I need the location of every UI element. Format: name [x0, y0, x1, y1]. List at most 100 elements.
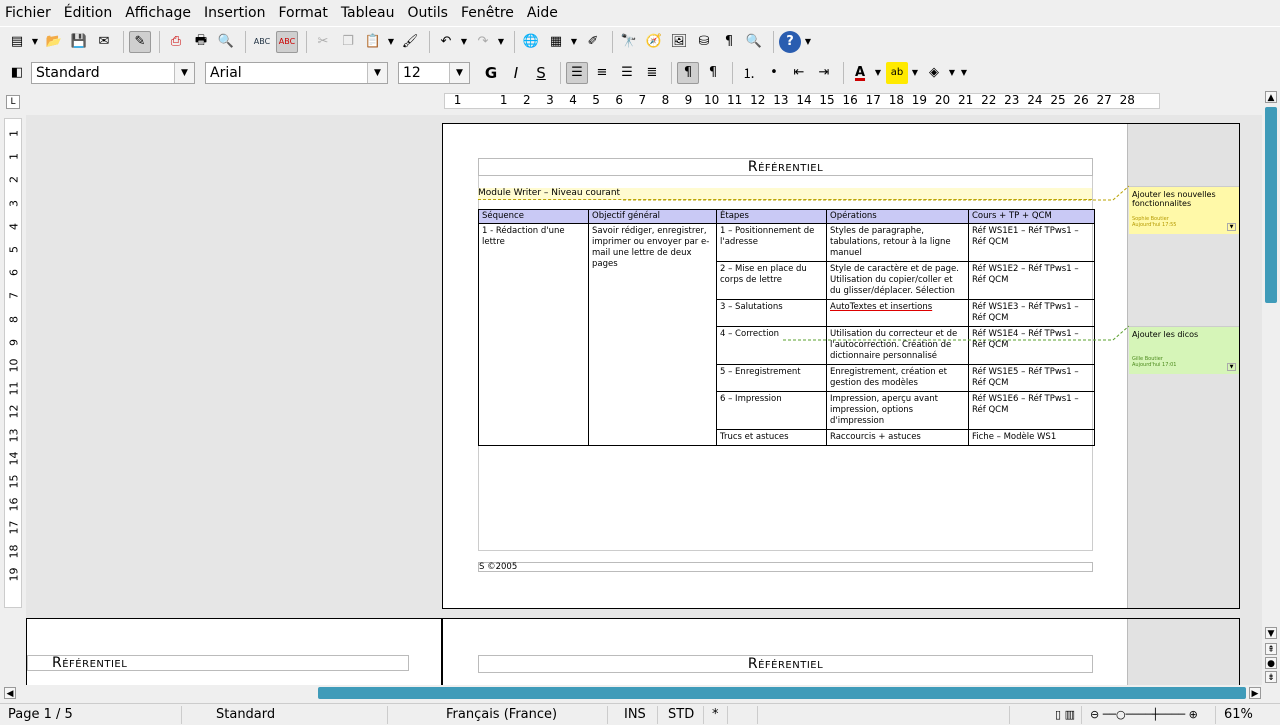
redo-icon[interactable]: ↷	[472, 31, 494, 53]
font-name-combo[interactable]: Arial ▼	[205, 61, 388, 84]
horizontal-scrollbar[interactable]: ◀ ▶	[0, 686, 1264, 700]
numbering-icon[interactable]: ⒈	[738, 62, 760, 84]
comment-note[interactable]: Ajouter les nouvelles fonctionnalites So…	[1129, 186, 1239, 234]
zoom-icon[interactable]: 🔍	[743, 31, 765, 53]
underline-button[interactable]: S	[530, 62, 552, 84]
operations-cell[interactable]: Utilisation du correcteur et de l'autoco…	[826, 326, 969, 365]
horizontal-ruler[interactable]: 1 1 2 3 4 5 6 7 8 9 10 11 12 13 14 15 16 17 18 19 20 21 22 23 24…	[26, 91, 1262, 111]
reference-cell[interactable]: Réf WS1E6 – Réf TPws1 – Réf QCM	[968, 391, 1095, 430]
comment-menu-button[interactable]: ▼	[1227, 223, 1236, 231]
step-cell[interactable]: 3 – Salutations	[716, 299, 827, 327]
paste-dropdown-arrow[interactable]: ▼	[387, 31, 395, 53]
cut-icon[interactable]: ✂	[312, 31, 334, 53]
background-color-icon[interactable]: ◈	[923, 62, 945, 84]
copy-icon[interactable]: ❐	[337, 31, 359, 53]
scroll-down-icon[interactable]: ▼	[1265, 627, 1277, 639]
scroll-left-icon[interactable]: ◀	[4, 687, 16, 699]
print-icon[interactable]: 🖶	[190, 31, 212, 53]
reference-cell[interactable]: Réf WS1E5 – Réf TPws1 – Réf QCM	[968, 364, 1095, 392]
font-color-icon[interactable]: A	[849, 62, 871, 84]
new-document-icon[interactable]: ▤	[6, 31, 28, 53]
comment-note[interactable]: Ajouter les dicos Gille Boutier Aujourd'h…	[1129, 326, 1239, 374]
page-header[interactable]: Référentiel	[478, 655, 1093, 673]
operations-cell[interactable]: Styles de paragraphe, tabulations, retou…	[826, 223, 969, 262]
font-color-dropdown-arrow[interactable]: ▼	[874, 62, 882, 84]
previous-page-icon[interactable]: ⇞	[1265, 643, 1277, 655]
selection-mode-indicator[interactable]: STD	[658, 705, 704, 724]
tab-stop-selector[interactable]: L	[6, 95, 20, 109]
menu-aide[interactable]: Aide	[527, 5, 558, 21]
operations-cell[interactable]: Enregistrement, création et gestion des …	[826, 364, 969, 392]
zoom-slider[interactable]: ⊖ ──○────┼──── ⊕	[1082, 705, 1216, 724]
page-style-indicator[interactable]: Standard	[182, 705, 388, 724]
email-document-icon[interactable]: ✉	[93, 31, 115, 53]
document-modified-indicator[interactable]: *	[704, 705, 728, 724]
menu-format[interactable]: Format	[278, 5, 327, 21]
sequence-cell[interactable]: 1 - Rédaction d'une lettre	[478, 223, 589, 446]
page-header[interactable]: Référentiel	[27, 655, 409, 671]
justify-icon[interactable]: ≣	[641, 62, 663, 84]
vertical-ruler[interactable]: 1 1 2 3 4 5 6 7 8 9 10 11 12 13 14 15 16 17 18 19	[4, 118, 22, 608]
menu-fichier[interactable]: Fichier	[5, 5, 51, 21]
align-right-icon[interactable]: ☰	[616, 62, 638, 84]
gallery-icon[interactable]: 🖼	[668, 31, 690, 53]
language-indicator[interactable]: Français (France)	[388, 705, 608, 724]
right-to-left-icon[interactable]: ¶	[702, 62, 724, 84]
step-cell[interactable]: Trucs et astuces	[716, 429, 827, 446]
paragraph-style-combo[interactable]: Standard ▼	[31, 61, 195, 84]
step-cell[interactable]: 1 – Positionnement de l'adresse	[716, 223, 827, 262]
bold-button[interactable]: G	[480, 62, 502, 84]
horizontal-scroll-thumb[interactable]	[318, 687, 1246, 699]
step-cell[interactable]: 4 – Correction	[716, 326, 827, 365]
operations-cell[interactable]: Style de caractère et de page. Utilisati…	[826, 261, 969, 300]
draw-functions-icon[interactable]: ✐	[582, 31, 604, 53]
italic-button[interactable]: I	[505, 62, 527, 84]
increase-indent-icon[interactable]: ⇥	[813, 62, 835, 84]
bullets-icon[interactable]: •	[763, 62, 785, 84]
data-sources-icon[interactable]: ⛁	[693, 31, 715, 53]
menu-insertion[interactable]: Insertion	[204, 5, 265, 21]
reference-cell[interactable]: Réf WS1E3 – Réf TPws1 – Réf QCM	[968, 299, 1095, 327]
reference-cell[interactable]: Réf WS1E4 – Réf TPws1 – Réf QCM	[968, 326, 1095, 365]
comment-menu-button[interactable]: ▼	[1227, 363, 1236, 371]
hyperlink-icon[interactable]: 🌐	[520, 31, 542, 53]
open-folder-icon[interactable]: 📂	[43, 31, 65, 53]
view-layout-icons[interactable]: ▯ ▥	[1010, 705, 1082, 724]
edit-mode-icon[interactable]: ✎	[129, 30, 151, 53]
step-cell[interactable]: 2 – Mise en place du corps de lettre	[716, 261, 827, 300]
format-paintbrush-icon[interactable]: 🖌	[399, 31, 421, 53]
save-icon[interactable]: 💾	[68, 31, 90, 53]
scroll-up-icon[interactable]: ▲	[1265, 91, 1277, 103]
step-cell[interactable]: 6 – Impression	[716, 391, 827, 430]
reference-cell[interactable]: Réf WS1E1 – Réf TPws1 – Réf QCM	[968, 223, 1095, 262]
objective-cell[interactable]: Savoir rédiger, enregistrer, imprimer ou…	[588, 223, 717, 446]
find-replace-icon[interactable]: 🔭	[618, 31, 640, 53]
referential-table[interactable]: Séquence Objectif général Étapes Opérati…	[478, 209, 1095, 446]
chevron-down-icon[interactable]: ▼	[174, 62, 194, 83]
left-to-right-icon[interactable]: ¶	[677, 61, 699, 84]
page-indicator[interactable]: Page 1 / 5	[0, 705, 182, 724]
table-icon[interactable]: ▦	[545, 31, 567, 53]
background-dropdown-arrow[interactable]: ▼	[948, 62, 956, 84]
menu-tableau[interactable]: Tableau	[341, 5, 395, 21]
vertical-scrollbar[interactable]: ▲ ▼ ⇞ ● ⇟	[1264, 89, 1278, 685]
undo-dropdown-arrow[interactable]: ▼	[460, 31, 468, 53]
navigator-icon[interactable]: 🧭	[643, 31, 665, 53]
step-cell[interactable]: 5 – Enregistrement	[716, 364, 827, 392]
scroll-right-icon[interactable]: ▶	[1249, 687, 1261, 699]
operations-cell[interactable]: Impression, aperçu avant impression, opt…	[826, 391, 969, 430]
page-header[interactable]: Référentiel	[478, 158, 1093, 176]
reference-cell[interactable]: Réf WS1E2 – Réf TPws1 – Réf QCM	[968, 261, 1095, 300]
chevron-down-icon[interactable]: ▼	[367, 62, 387, 83]
paste-icon[interactable]: 📋	[362, 31, 384, 53]
navigation-icon[interactable]: ●	[1265, 657, 1277, 669]
print-preview-icon[interactable]: 🔍	[215, 31, 237, 53]
font-size-combo[interactable]: 12 ▼	[398, 61, 470, 84]
decrease-indent-icon[interactable]: ⇤	[788, 62, 810, 84]
vertical-scroll-thumb[interactable]	[1265, 107, 1277, 303]
new-dropdown-arrow[interactable]: ▼	[31, 31, 39, 53]
undo-icon[interactable]: ↶	[435, 31, 457, 53]
zoom-percentage[interactable]: 61%	[1216, 706, 1262, 724]
menu-fenetre[interactable]: Fenêtre	[461, 5, 514, 21]
module-line[interactable]: Module Writer – Niveau courant	[478, 188, 1092, 200]
